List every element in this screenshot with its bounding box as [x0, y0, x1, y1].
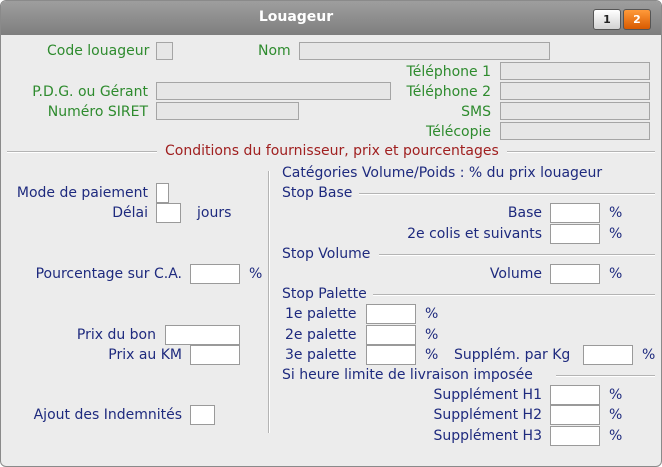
- section-divider-left: [7, 151, 157, 153]
- base-label: Base: [507, 205, 542, 221]
- categories-heading: Catégories Volume/Poids : % du prix loua…: [282, 165, 603, 181]
- base-percent: %: [609, 205, 623, 221]
- volume-field[interactable]: [550, 264, 600, 284]
- volume-label: Volume: [489, 266, 542, 282]
- nom-field[interactable]: [299, 42, 550, 60]
- section-title: Conditions du fournisseur, prix et pourc…: [165, 143, 499, 159]
- nom-label: Nom: [258, 43, 291, 59]
- pdg-label: P.D.G. ou Gérant: [32, 84, 148, 100]
- tab-2-button[interactable]: 2: [623, 9, 651, 30]
- telephone1-field[interactable]: [500, 62, 650, 80]
- title-bar: Louageur 1 2: [1, 1, 661, 35]
- palette1-percent: %: [425, 306, 439, 322]
- volume-percent: %: [609, 266, 623, 282]
- h2-percent: %: [609, 407, 623, 423]
- h3-label: Supplément H3: [433, 428, 542, 444]
- sms-field[interactable]: [500, 102, 650, 120]
- mode-paiement-field[interactable]: [156, 183, 169, 203]
- sms-label: SMS: [461, 104, 491, 120]
- h3-percent: %: [609, 428, 623, 444]
- h3-field[interactable]: [550, 426, 600, 446]
- h2-field[interactable]: [550, 405, 600, 425]
- column-divider: [268, 171, 270, 433]
- prix-bon-field[interactable]: [165, 325, 240, 345]
- supplem-kg-label: Supplém. par Kg: [454, 347, 571, 363]
- prix-km-field[interactable]: [190, 345, 240, 365]
- base-field[interactable]: [550, 203, 600, 223]
- telecopie-label: Télécopie: [426, 124, 491, 140]
- window-title: Louageur: [258, 9, 334, 25]
- pourcentage-ca-label: Pourcentage sur C.A.: [35, 266, 182, 282]
- mode-paiement-label: Mode de paiement: [16, 185, 148, 201]
- colis-field[interactable]: [550, 224, 600, 244]
- jours-label: jours: [197, 205, 232, 221]
- palette3-field[interactable]: [366, 345, 416, 365]
- colis-percent: %: [609, 226, 623, 242]
- h2-label: Supplément H2: [433, 407, 542, 423]
- h1-percent: %: [609, 387, 623, 403]
- siret-field[interactable]: [156, 102, 299, 120]
- tab-1-button[interactable]: 1: [593, 9, 621, 30]
- palette3-percent: %: [425, 347, 439, 363]
- telephone1-label: Téléphone 1: [406, 64, 491, 80]
- prix-km-label: Prix au KM: [108, 347, 182, 363]
- heure-limite-label: Si heure limite de livraison imposée: [282, 367, 533, 383]
- palette1-label: 1e palette: [285, 306, 357, 322]
- palette3-label: 3e palette: [285, 347, 357, 363]
- code-louageur-field[interactable]: [156, 42, 173, 60]
- stop-base-divider: [359, 193, 655, 195]
- prix-bon-label: Prix du bon: [76, 327, 156, 343]
- palette2-percent: %: [425, 327, 439, 343]
- stop-palette-divider: [373, 294, 655, 296]
- telecopie-field[interactable]: [500, 122, 650, 140]
- stop-volume-divider: [379, 254, 655, 256]
- pdg-field[interactable]: [156, 82, 391, 100]
- h1-field[interactable]: [550, 385, 600, 405]
- palette1-field[interactable]: [366, 304, 416, 324]
- stop-palette-label: Stop Palette: [282, 286, 367, 302]
- colis-label: 2e colis et suivants: [407, 226, 542, 242]
- stop-base-label: Stop Base: [282, 185, 353, 201]
- stop-volume-label: Stop Volume: [282, 246, 371, 262]
- pourcentage-ca-percent: %: [249, 266, 263, 282]
- heure-limite-divider: [556, 375, 655, 377]
- delai-label: Délai: [112, 205, 148, 221]
- telephone2-label: Téléphone 2: [406, 84, 491, 100]
- supplem-kg-percent: %: [642, 347, 656, 363]
- telephone2-field[interactable]: [500, 82, 650, 100]
- siret-label: Numéro SIRET: [47, 104, 148, 120]
- supplem-kg-field[interactable]: [583, 345, 633, 365]
- delai-field[interactable]: [156, 203, 181, 223]
- code-louageur-label: Code louageur: [47, 43, 150, 59]
- louageur-window: Louageur 1 2 Code louageur Nom Téléphone…: [0, 0, 662, 467]
- indemnites-label: Ajout des Indemnités: [33, 407, 182, 423]
- section-divider-right: [507, 151, 655, 153]
- indemnites-field[interactable]: [190, 405, 215, 425]
- palette2-field[interactable]: [366, 325, 416, 345]
- h1-label: Supplément H1: [433, 387, 542, 403]
- pourcentage-ca-field[interactable]: [190, 264, 240, 284]
- palette2-label: 2e palette: [285, 327, 357, 343]
